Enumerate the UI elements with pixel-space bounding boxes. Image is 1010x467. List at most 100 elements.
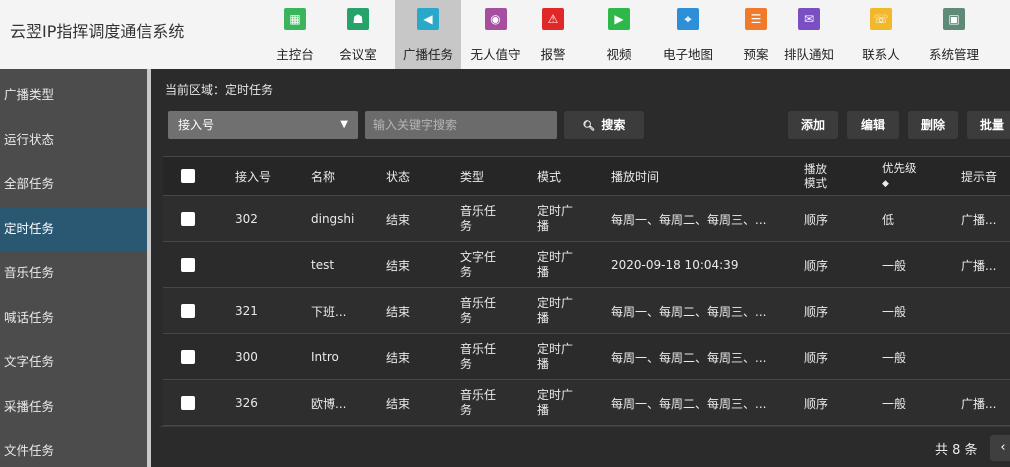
nav-item-alarm[interactable]: ⚠ 报警 [528, 0, 578, 69]
column-header-play-time[interactable]: 播放时间 [611, 157, 659, 195]
table-row[interactable]: 321 下班... 结束 音乐任务 定时广播 每周一、每周二、每周三、... 顺序 一般 [163, 288, 1010, 334]
nav-item-label: 视频 [606, 47, 632, 62]
sidebar-item-shout-tasks[interactable]: 喊话任务 [0, 296, 147, 340]
breadcrumb-current: 定时任务 [225, 83, 274, 97]
edit-button[interactable]: 编辑 [847, 111, 899, 139]
sidebar-item-all-tasks[interactable]: 全部任务 [0, 162, 147, 206]
nav-item-queue[interactable]: ✉ 排队通知 [776, 0, 842, 69]
cell-status: 结束 [386, 258, 411, 273]
video-icon: ▶ [608, 8, 630, 30]
cell-type: 音乐任务 [460, 388, 497, 417]
nav-item-settings[interactable]: ▣ 系统管理 [920, 0, 988, 69]
table-row[interactable]: test 结束 文字任务 定时广播 2020-09-18 10:04:39 顺序 一般 广播.… [163, 242, 1010, 288]
alarm-icon: ⚠ [542, 8, 564, 30]
nav-item-broadcast[interactable]: ◀ 广播任务 [395, 0, 461, 69]
cell-play-mode: 顺序 [804, 350, 829, 365]
sort-icon[interactable]: ◆ [882, 177, 889, 191]
column-header-mode[interactable]: 模式 [537, 157, 561, 195]
column-header-type[interactable]: 类型 [460, 157, 484, 195]
cell-name: 欧博... [311, 396, 347, 411]
cell-priority: 一般 [882, 304, 907, 319]
cell-name: dingshi [311, 212, 355, 226]
main-content: 当前区域：定时任务 接入号 ▼ 🔍︎ 搜索 添加 编辑 删除 批量 接入号 名称 … [159, 69, 1010, 467]
cell-mode: 定时广播 [537, 388, 574, 417]
top-bar: 云翌IP指挥调度通信系统 ▦ 主控台 ☗ 会议室 ◀ 广播任务 ◉ 无人值守 ⚠ 报警 ▶ 视频 ⌖ 电子… [0, 0, 1010, 69]
cell-play-mode: 顺序 [804, 212, 829, 227]
cell-status: 结束 [386, 212, 411, 227]
column-header-name[interactable]: 名称 [311, 157, 335, 195]
nav-item-label: 联系人 [862, 47, 900, 62]
cell-prompt: 广播... [961, 258, 997, 273]
add-button[interactable]: 添加 [788, 111, 838, 139]
column-header-status[interactable]: 状态 [386, 157, 410, 195]
cell-priority: 一般 [882, 350, 907, 365]
edit-button-label: 编辑 [860, 118, 885, 132]
contacts-icon: ☏ [870, 8, 892, 30]
cell-access: 300 [235, 350, 258, 364]
meeting-icon: ☗ [347, 8, 369, 30]
column-header-priority[interactable]: 优先级 ◆ [882, 157, 917, 195]
cell-access: 321 [235, 304, 258, 318]
sidebar-item-broadcast-type[interactable]: 广播类型 [0, 73, 147, 117]
nav-item-label: 系统管理 [928, 47, 979, 62]
plan-icon: ☰ [745, 8, 767, 30]
nav-item-label: 排队通知 [783, 47, 834, 62]
nav-item-contacts[interactable]: ☏ 联系人 [856, 0, 906, 69]
cell-prompt: 广播... [961, 212, 997, 227]
nav-item-dashboard[interactable]: ▦ 主控台 [270, 0, 320, 69]
cell-prompt: 广播... [961, 396, 997, 411]
sidebar-item-capture-tasks[interactable]: 采播任务 [0, 385, 147, 429]
search-button-label: 搜索 [601, 118, 626, 132]
table-row[interactable]: 326 欧博... 结束 音乐任务 定时广播 每周一、每周二、每周三、... 顺序 一般 广播.… [163, 380, 1010, 426]
sidebar-item-file-tasks[interactable]: 文件任务 [0, 429, 147, 467]
delete-button-label: 删除 [920, 118, 945, 132]
table-row[interactable]: 302 dingshi 结束 音乐任务 定时广播 每周一、每周二、每周三、... 顺序 低 广播… [163, 196, 1010, 242]
select-all-checkbox[interactable] [181, 169, 195, 183]
column-header-play-mode[interactable]: 播放模式 [804, 157, 836, 195]
dashboard-icon: ▦ [284, 8, 306, 30]
delete-button[interactable]: 删除 [908, 111, 958, 139]
table-row[interactable]: 300 Intro 结束 音乐任务 定时广播 每周一、每周二、每周三、... 顺序 一般 [163, 334, 1010, 380]
cell-play-time: 2020-09-18 10:04:39 [611, 258, 739, 272]
batch-button[interactable]: 批量 [967, 111, 1010, 139]
search-field-select[interactable]: 接入号 ▼ [168, 111, 358, 139]
row-checkbox[interactable] [181, 258, 195, 272]
cell-play-mode: 顺序 [804, 396, 829, 411]
search-input[interactable] [365, 111, 557, 139]
sidebar-item-run-status[interactable]: 运行状态 [0, 118, 147, 162]
pagination-bar: 共 8 条 ‹ [159, 426, 1010, 467]
sidebar-item-music-tasks[interactable]: 音乐任务 [0, 251, 147, 295]
column-header-prompt[interactable]: 提示音 [961, 157, 997, 195]
unattended-icon: ◉ [484, 8, 507, 30]
nav-item-meeting[interactable]: ☗ 会议室 [332, 0, 384, 69]
column-header-access[interactable]: 接入号 [235, 157, 271, 195]
row-checkbox[interactable] [181, 212, 195, 226]
cell-mode: 定时广播 [537, 250, 574, 279]
settings-icon: ▣ [943, 8, 965, 30]
cell-priority: 一般 [882, 258, 907, 273]
search-button[interactable]: 🔍︎ 搜索 [564, 111, 644, 139]
cell-play-time: 每周一、每周二、每周三、... [611, 304, 767, 319]
breadcrumb-prefix: 当前区域 [165, 83, 214, 97]
sidebar-item-text-tasks[interactable]: 文字任务 [0, 340, 147, 384]
nav-item-plan[interactable]: ☰ 预案 [731, 0, 781, 69]
row-checkbox[interactable] [181, 304, 195, 318]
cell-status: 结束 [386, 350, 411, 365]
search-field-select-value: 接入号 [178, 118, 215, 132]
row-checkbox[interactable] [181, 396, 195, 410]
cell-priority: 低 [882, 212, 895, 227]
nav-item-video[interactable]: ▶ 视频 [594, 0, 644, 69]
total-count: 共 8 条 [935, 443, 978, 458]
add-button-label: 添加 [800, 118, 825, 132]
cell-priority: 一般 [882, 396, 907, 411]
nav-item-map[interactable]: ⌖ 电子地图 [653, 0, 723, 69]
cell-name: Intro [311, 350, 339, 364]
breadcrumb: 当前区域：定时任务 [165, 81, 273, 98]
sidebar-item-scheduled-tasks[interactable]: 定时任务 [0, 206, 147, 251]
cell-play-mode: 顺序 [804, 304, 829, 319]
nav-item-unattended[interactable]: ◉ 无人值守 [458, 0, 533, 69]
row-checkbox[interactable] [181, 350, 195, 364]
prev-page-button[interactable]: ‹ [990, 435, 1010, 461]
nav-item-label: 无人值守 [470, 47, 521, 62]
cell-type: 音乐任务 [460, 342, 497, 371]
